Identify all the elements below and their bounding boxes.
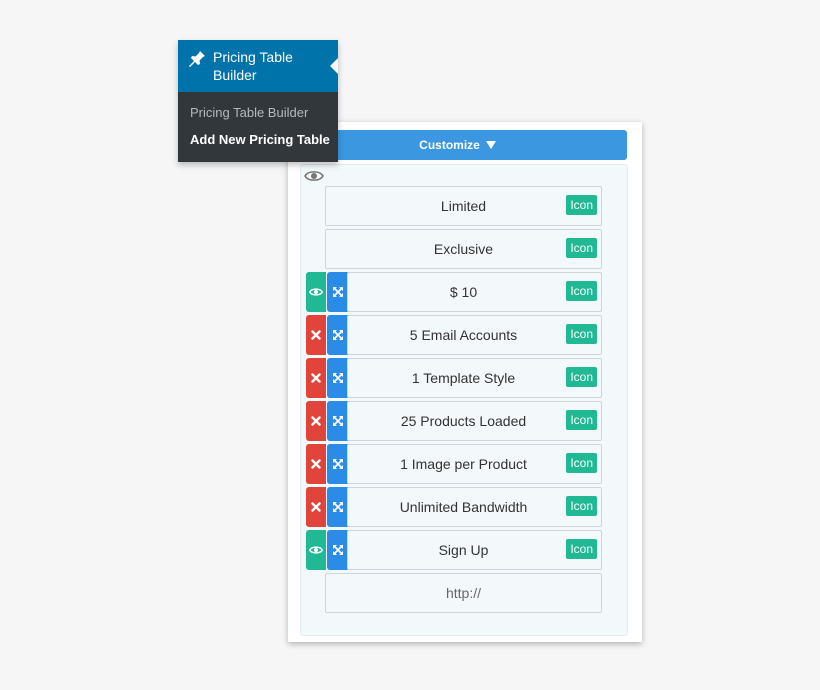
icon-button[interactable]: Icon [566, 195, 597, 215]
menu-current-arrow [330, 58, 338, 74]
feature-text: 5 Email Accounts [409, 327, 518, 343]
feature-row: 25 Products Loaded Icon [306, 401, 602, 441]
submenu-item-add-new-pricing-table[interactable]: Add New Pricing Table [178, 126, 338, 153]
icon-button[interactable]: Icon [566, 367, 597, 387]
feature-row: 5 Email Accounts Icon [306, 315, 602, 355]
feature-text: 1 Image per Product [400, 456, 527, 472]
delete-button[interactable] [306, 487, 326, 527]
feature-field[interactable]: Limited Icon [325, 186, 602, 226]
feature-row: $ 10 Icon [306, 272, 602, 312]
signup-button-text-field[interactable]: Sign Up Icon [347, 530, 602, 570]
icon-button[interactable]: Icon [566, 281, 597, 301]
customize-button[interactable]: Customize [288, 130, 627, 160]
url-row: http:// [306, 573, 602, 613]
feature-text: Unlimited Bandwidth [399, 499, 528, 515]
menu-header-pricing-table-builder[interactable]: Pricing Table Builder [178, 40, 338, 92]
close-icon [311, 373, 321, 383]
feature-field[interactable]: 1 Image per Product Icon [347, 444, 602, 484]
feature-field[interactable]: 1 Template Style Icon [347, 358, 602, 398]
feature-field[interactable]: 5 Email Accounts Icon [347, 315, 602, 355]
icon-button[interactable]: Icon [566, 238, 597, 258]
visibility-toggle[interactable] [306, 272, 326, 312]
button-row: Sign Up Icon [306, 530, 602, 570]
close-icon [311, 459, 321, 469]
delete-button[interactable] [306, 315, 326, 355]
move-handle[interactable] [327, 444, 348, 484]
visibility-toggle[interactable] [306, 530, 326, 570]
close-icon [311, 502, 321, 512]
feature-text: Sign Up [438, 542, 489, 558]
icon-button[interactable]: Icon [566, 539, 597, 559]
move-handle[interactable] [327, 315, 348, 355]
submenu: Pricing Table Builder Add New Pricing Ta… [178, 92, 338, 162]
eye-icon [309, 288, 323, 296]
close-icon [311, 416, 321, 426]
feature-field[interactable]: Exclusive Icon [325, 229, 602, 269]
icon-button[interactable]: Icon [566, 410, 597, 430]
pin-icon [189, 51, 205, 67]
feature-field[interactable]: $ 10 Icon [347, 272, 602, 312]
icon-button[interactable]: Icon [566, 496, 597, 516]
move-handle[interactable] [327, 487, 348, 527]
move-icon [332, 502, 343, 512]
move-handle[interactable] [327, 401, 348, 441]
move-icon [332, 330, 343, 340]
feature-text: $ 10 [449, 284, 478, 300]
menu-title: Pricing Table Builder [213, 49, 293, 83]
delete-button[interactable] [306, 358, 326, 398]
caret-down-icon [485, 141, 496, 149]
move-handle[interactable] [327, 272, 348, 312]
feature-row: Exclusive Icon [306, 229, 602, 269]
delete-button[interactable] [306, 401, 326, 441]
feature-row: Limited Icon [306, 186, 602, 226]
admin-menu-flyout: Pricing Table Builder Pricing Table Buil… [178, 40, 338, 162]
close-icon [311, 330, 321, 340]
icon-button[interactable]: Icon [566, 453, 597, 473]
move-icon [332, 373, 343, 383]
feature-row: Unlimited Bandwidth Icon [306, 487, 602, 527]
delete-button[interactable] [306, 444, 326, 484]
url-placeholder: http:// [445, 585, 482, 601]
feature-row: 1 Template Style Icon [306, 358, 602, 398]
feature-text: Limited [440, 198, 487, 214]
button-url-input[interactable]: http:// [325, 573, 602, 613]
customize-label: Customize [419, 138, 480, 152]
icon-button[interactable]: Icon [566, 324, 597, 344]
feature-row: 1 Image per Product Icon [306, 444, 602, 484]
eye-icon [309, 546, 323, 554]
move-icon [332, 287, 343, 297]
move-handle[interactable] [327, 530, 348, 570]
feature-text: Exclusive [433, 241, 494, 257]
feature-text: 25 Products Loaded [400, 413, 527, 429]
eye-icon[interactable] [304, 169, 324, 183]
feature-field[interactable]: 25 Products Loaded Icon [347, 401, 602, 441]
feature-text: 1 Template Style [411, 370, 516, 386]
move-icon [332, 416, 343, 426]
move-icon [332, 459, 343, 469]
move-handle[interactable] [327, 358, 348, 398]
submenu-item-pricing-table-builder[interactable]: Pricing Table Builder [178, 99, 338, 126]
move-icon [332, 545, 343, 555]
feature-field[interactable]: Unlimited Bandwidth Icon [347, 487, 602, 527]
